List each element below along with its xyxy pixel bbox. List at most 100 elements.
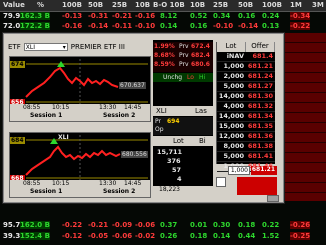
header-25b-2[interactable]: 25B — [213, 1, 228, 9]
row-100b: -0.16 — [62, 22, 83, 30]
row-10b: -0.16 — [135, 12, 156, 20]
row-100b-2: 0.13 — [262, 22, 280, 30]
row-percent: 172.2 B — [20, 22, 50, 30]
offer-row[interactable]: 5,000 681.41 — [217, 152, 275, 162]
row-100b-2: 1.52 — [262, 232, 280, 240]
row-percent: 152.4 B — [20, 232, 50, 240]
row-1m: -0.34 — [290, 12, 311, 20]
price-value: 694 — [167, 118, 180, 125]
offer-row[interactable]: 2,000 681.24 — [217, 72, 275, 82]
prev-value: 682.4 — [191, 52, 210, 59]
header-50b-2[interactable]: 50B — [238, 1, 253, 9]
ticker-row[interactable]: 79.9 162.3 B -0.13 -0.31 -0.21 -0.16 8.1… — [0, 12, 326, 22]
time-label: 14:45 — [124, 104, 142, 111]
offer-row[interactable]: 1,000 681.21 — [217, 62, 275, 72]
header-1m[interactable]: 1M — [290, 1, 302, 9]
header-10b-2[interactable]: 10B — [190, 1, 205, 9]
lot-cell: 5,000 — [223, 82, 244, 90]
time-label: 13:30 — [99, 104, 117, 111]
offer-row[interactable]: 12,000 681.36 — [217, 132, 275, 142]
prev-value: 680.6 — [191, 61, 210, 68]
row-25b-2: -0.10 — [213, 22, 234, 30]
price-input[interactable]: 681.21 — [251, 166, 277, 175]
lot-column-header[interactable]: Lot — [217, 42, 246, 52]
row-10b-2: 0.52 — [190, 12, 208, 20]
header-25b[interactable]: 25B — [112, 1, 127, 9]
offer-row[interactable]: 14,000 681.34 — [217, 112, 275, 122]
etf-name: PREMIER ETF III — [70, 43, 126, 51]
offer-cell: 681.21 — [247, 62, 273, 70]
row-value: 39.3 — [3, 232, 21, 240]
etf-select[interactable]: XLI ▾ — [23, 43, 68, 51]
lot-header: Lot Bi — [153, 136, 213, 146]
offer-cell: 681.24 — [247, 72, 273, 80]
row-25b: -0.06 — [112, 232, 133, 240]
etf-window[interactable]: ETF XLI ▾ PREMIER ETF III 674 656 670.63… — [3, 33, 284, 203]
order-header: XLI Las — [153, 106, 213, 116]
header-10b[interactable]: 10B — [135, 1, 150, 9]
header-percent[interactable]: % — [37, 1, 44, 9]
row-bo: 0.37 — [160, 221, 178, 229]
offer-column-header[interactable]: Offer — [246, 42, 275, 52]
order-checkbox[interactable] — [216, 177, 226, 187]
price-chart-bottom[interactable]: XLI 684 668 680.556 08:55 10:15 13:30 14… — [9, 132, 151, 198]
header-50b[interactable]: 50B — [88, 1, 103, 9]
lot-header-label: Lot — [173, 137, 184, 145]
lot-cell: 2,000 — [223, 72, 244, 80]
session-label: Session 2 — [103, 188, 136, 195]
offer-row[interactable]: 4,000 681.32 — [217, 102, 275, 112]
ticker-row[interactable]: 72.0 172.2 B -0.16 -0.14 -0.11 -0.10 0.1… — [0, 22, 326, 32]
row-value: 72.0 — [3, 22, 21, 30]
lot-footer: 18,223 — [153, 186, 213, 194]
row-bo: 8.12 — [160, 12, 178, 20]
row-25b-2: 0.34 — [213, 12, 231, 20]
row-percent: 162.3 B — [20, 12, 50, 20]
etf-select-value: XLI — [25, 43, 35, 51]
row-100b: -0.12 — [62, 232, 83, 240]
background-column-1m — [282, 33, 326, 201]
ticker-row[interactable]: 95.7 162.0 B -0.22 -0.21 -0.09 -0.06 0.3… — [0, 221, 326, 231]
prev-label: Prv — [179, 52, 189, 59]
offer-row[interactable]: 8,000 681.38 — [217, 142, 275, 152]
offer-row[interactable]: iNAV 681.4 — [217, 52, 275, 62]
header-100b[interactable]: 100B — [62, 1, 82, 9]
row-10b: -0.06 — [135, 221, 156, 229]
prev-label: Prv — [179, 61, 189, 68]
row-25b-2: 0.30 — [213, 221, 231, 229]
ticker-header: Value % 100B 50B 25B 10B B-O 10B 10B 25B… — [0, 0, 326, 12]
prev-label: Prv — [179, 43, 189, 50]
header-3m[interactable]: 3M — [312, 1, 324, 9]
header-value[interactable]: Value — [3, 1, 25, 9]
row-100b: -0.22 — [62, 221, 83, 229]
lot-cell: 8,000 — [223, 142, 244, 150]
ticker-row[interactable]: 39.3 152.4 B -0.12 -0.05 -0.06 -0.02 0.2… — [0, 232, 326, 242]
lot-value: 376 — [167, 157, 181, 165]
chevron-down-icon: ▾ — [62, 43, 66, 51]
offer-book[interactable]: Lot Offer iNAV 681.4 1,000 681.21 2,000 681… — [216, 42, 275, 172]
session-label: Session 1 — [30, 188, 63, 195]
header-100b-2[interactable]: 100B — [262, 1, 282, 9]
offer-cell: 681.32 — [247, 102, 273, 110]
lot-cell: 15,000 — [218, 122, 244, 130]
offer-row[interactable]: 14,000 681.30 — [217, 92, 275, 102]
header-bo-10b[interactable]: B-O 10B — [153, 1, 185, 9]
lot-value: 4 — [177, 175, 182, 183]
row-percent: 162.0 B — [20, 221, 50, 229]
time-label: 08:55 — [23, 104, 41, 111]
offer-row[interactable]: 5,000 681.27 — [217, 82, 275, 92]
row-10b: -0.10 — [135, 22, 156, 30]
unchanged-bar: Unchg Lo Hi — [153, 73, 213, 82]
top-price-label: 674 — [10, 61, 25, 68]
open-label: Op — [155, 126, 164, 133]
ticker-bottom: 95.7 162.0 B -0.22 -0.21 -0.09 -0.06 0.3… — [0, 201, 326, 245]
chart-symbol: XLI — [58, 134, 69, 141]
prev-value: 672.4 — [191, 43, 210, 50]
row-25b-2: 0.14 — [213, 232, 231, 240]
quantity-input[interactable]: 1,000 — [228, 166, 250, 175]
price-chart-top[interactable]: 674 656 670.637 08:55 10:15 13:30 14:45 … — [9, 56, 151, 122]
sell-button[interactable] — [237, 177, 277, 195]
toolbar-label: ETF — [8, 43, 21, 51]
current-price-label: 680.556 — [121, 151, 148, 158]
row-1m: -0.22 — [290, 22, 311, 30]
offer-row[interactable]: 15,000 681.35 — [217, 122, 275, 132]
